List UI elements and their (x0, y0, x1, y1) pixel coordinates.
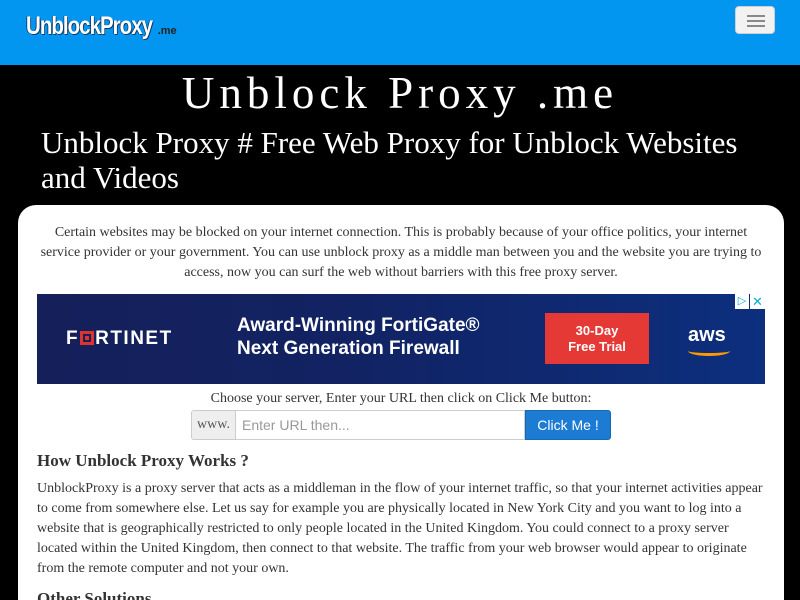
fortinet-logo-post: RTINET (95, 328, 173, 349)
www-prefix: www. (191, 410, 235, 440)
cta-line2: Free Trial (568, 339, 626, 354)
ad-headline-line1: Award-Winning FortiGate® (237, 315, 480, 336)
content-panel: Certain websites may be blocked on your … (18, 205, 784, 600)
server-instructions: Choose your server, Enter your URL then … (210, 391, 592, 406)
ad-headline-line2: Next Generation Firewall (237, 338, 460, 359)
how-it-works-paragraph: UnblockProxy is a proxy server that acts… (37, 481, 763, 576)
other-solutions-heading: Other Solutions (37, 589, 152, 600)
intro-paragraph: Certain websites may be blocked on your … (40, 225, 762, 280)
page-subtitle: Unblock Proxy # Free Web Proxy for Unblo… (41, 125, 738, 195)
hamburger-icon (747, 15, 765, 17)
ad-headline: Award-Winning FortiGate® Next Generation… (237, 314, 480, 360)
fortinet-o-icon (80, 331, 95, 345)
aws-logo: aws (688, 324, 726, 346)
aws-smile-icon (688, 346, 730, 356)
top-navbar: UnblockProxy .me (0, 0, 800, 65)
proxy-url-form: www. Click Me ! (191, 410, 611, 440)
cta-line1: 30-Day (575, 323, 619, 338)
logo-tld: .me (157, 25, 177, 37)
logo-text: UnblockProxy (26, 12, 153, 40)
fortinet-logo-pre: F (66, 328, 80, 349)
url-input[interactable] (235, 410, 525, 440)
free-trial-button[interactable]: 30-Day Free Trial (545, 313, 649, 364)
menu-toggle-button[interactable] (735, 6, 775, 34)
hamburger-icon-bar (747, 20, 765, 22)
fortinet-logo: F RTINET (66, 328, 173, 350)
how-it-works-heading: How Unblock Proxy Works ? (37, 451, 249, 470)
site-logo[interactable]: UnblockProxy .me (26, 12, 177, 46)
click-me-button[interactable]: Click Me ! (525, 410, 611, 440)
hamburger-icon-bar (747, 25, 765, 27)
adchoices-icon[interactable]: ▷ (735, 294, 749, 309)
close-icon[interactable]: ✕ (750, 294, 765, 309)
site-title: Unblock Proxy .me (181, 68, 619, 118)
fortinet-ad-banner[interactable]: ▷ ✕ F RTINET Award-Winning FortiGate® Nex… (37, 294, 765, 384)
